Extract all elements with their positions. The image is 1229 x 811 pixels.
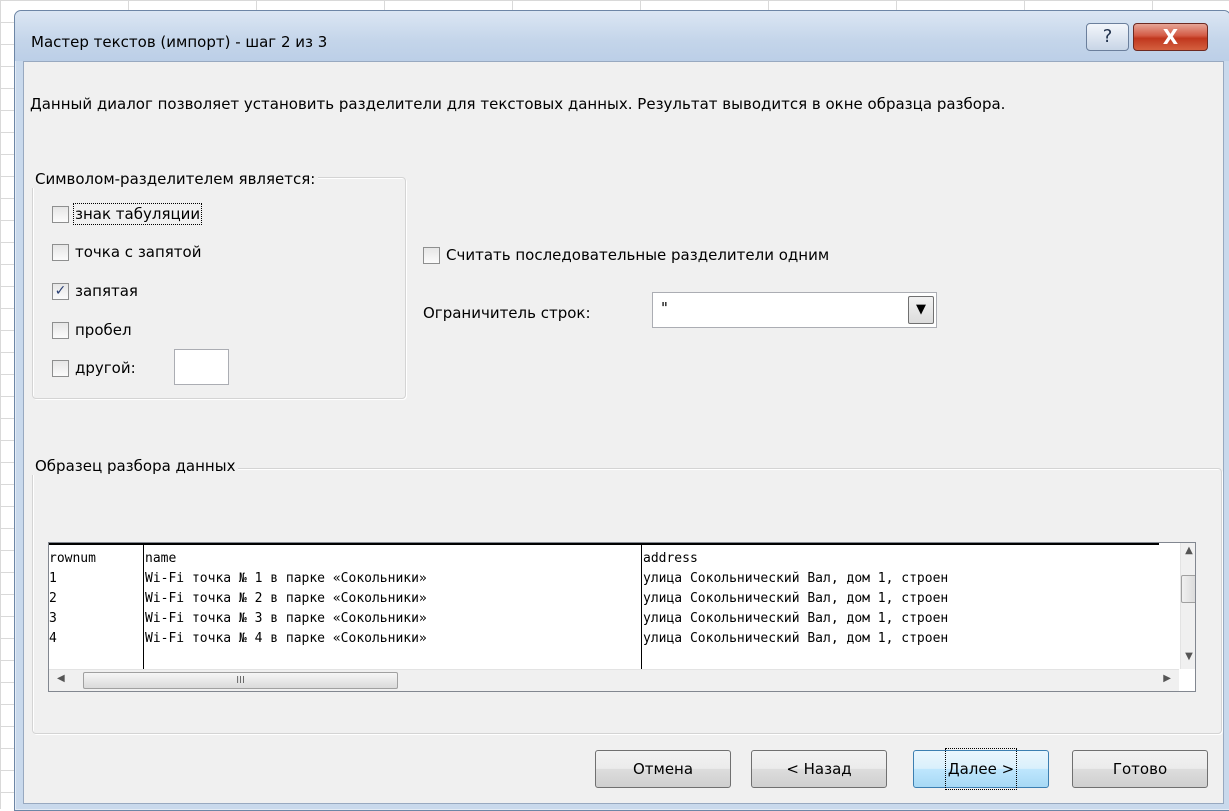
preview-cell: Wi-Fi точка № 4 в парке «Сокольники» (145, 631, 427, 646)
text-import-wizard-dialog: Мастер текстов (импорт) - шаг 2 из 3 ? X… (14, 10, 1229, 811)
preview-cell: name (145, 551, 177, 566)
dialog-description: Данный диалог позволяет установить разде… (30, 95, 1006, 113)
horizontal-scroll-thumb[interactable]: III (83, 672, 398, 689)
help-button[interactable]: ? (1086, 23, 1129, 51)
title-bar: Мастер текстов (импорт) - шаг 2 из 3 ? X (15, 11, 1229, 61)
other-delimiter-option[interactable]: другой: (52, 356, 136, 380)
comma-delimiter-option[interactable]: ✓ запятая (52, 279, 138, 303)
consecutive-checkbox-label[interactable]: Считать последовательные разделители одн… (446, 246, 829, 264)
space-delimiter-option[interactable]: пробел (52, 318, 132, 342)
consecutive-delimiters-option[interactable]: Считать последовательные разделители одн… (423, 243, 829, 267)
preview-cell: улица Сокольнический Вал, дом 1, строен (643, 611, 949, 626)
vertical-scrollbar[interactable]: ▲ ▼ (1180, 543, 1195, 669)
preview-cell: улица Сокольнический Вал, дом 1, строен (643, 591, 949, 606)
scroll-down-arrow-icon[interactable]: ▼ (1181, 651, 1195, 665)
scroll-right-arrow-icon[interactable]: ▶ (1157, 673, 1171, 687)
back-button[interactable]: < Назад (751, 750, 887, 788)
finish-button-label: Готово (1112, 760, 1168, 778)
preview-cell: Wi-Fi точка № 1 в парке «Сокольники» (145, 571, 427, 586)
column-break-line[interactable] (143, 545, 144, 669)
column-break-line[interactable] (641, 545, 642, 669)
tab-checkbox-label[interactable]: знак табуляции (72, 203, 203, 225)
dialog-title: Мастер текстов (импорт) - шаг 2 из 3 (31, 33, 328, 51)
text-qualifier-select[interactable]: " ▼ (652, 292, 937, 328)
other-checkbox-label[interactable]: другой: (75, 359, 136, 377)
preview-cell: Wi-Fi точка № 2 в парке «Сокольники» (145, 591, 427, 606)
cancel-button-label: Отмена (632, 760, 694, 778)
next-button[interactable]: Далее > (913, 748, 1049, 790)
checkmark-icon: ✓ (54, 282, 67, 299)
comma-checkbox[interactable]: ✓ (52, 282, 69, 300)
scroll-left-arrow-icon[interactable]: ◀ (57, 673, 71, 687)
vertical-scroll-thumb[interactable] (1181, 575, 1195, 603)
preview-cell: 4 (49, 631, 57, 646)
data-preview-pane[interactable]: rownum name address 1 Wi-Fi точка № 1 в … (48, 542, 1196, 692)
preview-cell: 1 (49, 571, 57, 586)
preview-cell: 3 (49, 611, 57, 626)
consecutive-checkbox[interactable] (423, 246, 440, 264)
preview-cell: улица Сокольнический Вал, дом 1, строен (643, 631, 949, 646)
preview-cell: 2 (49, 591, 57, 606)
back-button-label: < Назад (786, 760, 852, 778)
data-preview-table: rownum name address 1 Wi-Fi точка № 1 в … (49, 543, 1159, 669)
other-delimiter-input[interactable] (174, 349, 229, 385)
text-qualifier-label: Ограничитель строк: (423, 304, 591, 322)
tab-delimiter-option[interactable]: знак табуляции (52, 202, 203, 226)
data-preview-title: Образец разбора данных (32, 457, 239, 475)
horizontal-scrollbar[interactable]: ◀ III ▶ (49, 669, 1179, 691)
tab-checkbox[interactable] (52, 205, 69, 223)
close-button[interactable]: X (1133, 23, 1208, 51)
delimiter-group-title: Символом-разделителем является: (32, 170, 319, 188)
space-checkbox[interactable] (52, 321, 69, 339)
dropdown-arrow-icon[interactable]: ▼ (908, 296, 934, 324)
other-checkbox[interactable] (52, 359, 69, 377)
comma-checkbox-label[interactable]: запятая (75, 282, 138, 300)
space-checkbox-label[interactable]: пробел (75, 321, 132, 339)
semicolon-delimiter-option[interactable]: точка с запятой (52, 240, 201, 264)
preview-cell: Wi-Fi точка № 3 в парке «Сокольники» (145, 611, 427, 626)
preview-cell: улица Сокольнический Вал, дом 1, строен (643, 571, 949, 586)
scroll-up-arrow-icon[interactable]: ▲ (1181, 545, 1195, 559)
semicolon-checkbox[interactable] (52, 243, 69, 261)
preview-cell: address (643, 551, 698, 566)
next-button-label: Далее > (944, 748, 1018, 790)
semicolon-checkbox-label[interactable]: точка с запятой (75, 243, 201, 261)
cancel-button[interactable]: Отмена (595, 750, 731, 788)
text-qualifier-value: " (661, 299, 668, 317)
dialog-content: Данный диалог позволяет установить разде… (23, 61, 1224, 804)
finish-button[interactable]: Готово (1072, 750, 1208, 788)
preview-cell: rownum (49, 551, 96, 566)
